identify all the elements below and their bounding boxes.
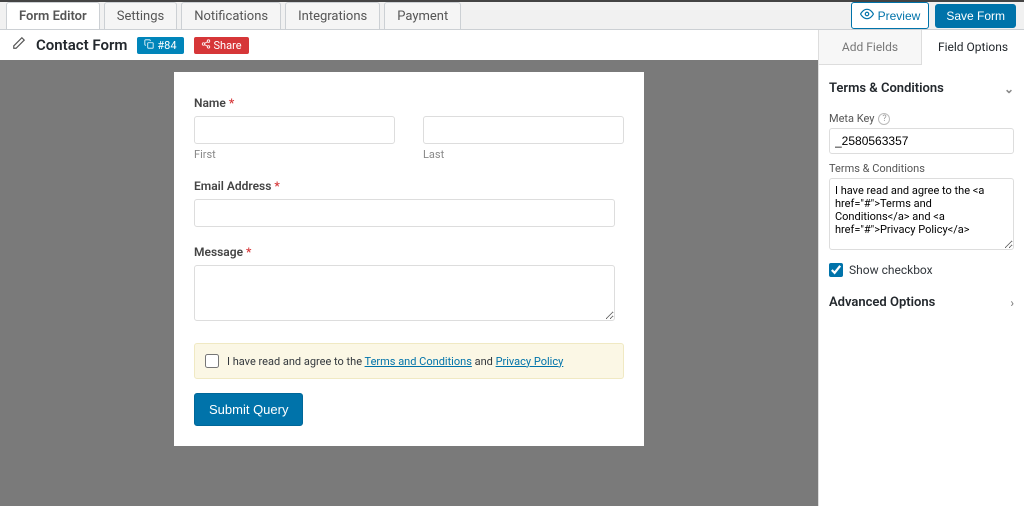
- preview-button[interactable]: Preview: [851, 2, 930, 29]
- tab-form-editor[interactable]: Form Editor: [6, 2, 100, 29]
- name-label: Name *: [194, 96, 624, 110]
- message-field[interactable]: Message *: [194, 245, 624, 325]
- share-badge-text: Share: [214, 39, 242, 52]
- advanced-options-section[interactable]: Advanced Options ›: [829, 287, 1014, 318]
- tab-integrations[interactable]: Integrations: [285, 2, 380, 29]
- save-button[interactable]: Save Form: [935, 4, 1016, 28]
- message-textarea[interactable]: [194, 265, 615, 321]
- canvas: Name * First Last Email Address *: [0, 60, 818, 506]
- show-checkbox-label: Show checkbox: [849, 263, 933, 277]
- tc-textarea[interactable]: I have read and agree to the <a href="#"…: [829, 178, 1014, 250]
- top-tabs: Form Editor Settings Notifications Integ…: [0, 2, 465, 29]
- tab-settings[interactable]: Settings: [104, 2, 177, 29]
- email-field[interactable]: Email Address *: [194, 179, 624, 227]
- advanced-section-title: Advanced Options: [829, 295, 935, 310]
- terms-section-title: Terms & Conditions: [829, 81, 944, 96]
- share-icon: [201, 39, 211, 52]
- tab-payment[interactable]: Payment: [384, 2, 461, 29]
- show-checkbox-toggle[interactable]: [829, 263, 843, 277]
- id-badge-text: #84: [157, 39, 176, 52]
- meta-key-label: Meta Key ?: [829, 112, 1014, 125]
- pencil-icon[interactable]: [12, 36, 26, 54]
- terms-conditions-section[interactable]: Terms & Conditions ⌄: [829, 73, 1014, 104]
- consent-text: I have read and agree to the Terms and C…: [227, 355, 563, 368]
- form-title[interactable]: Contact Form: [36, 36, 127, 54]
- id-badge[interactable]: #84: [137, 37, 183, 54]
- last-name-input[interactable]: [423, 116, 624, 144]
- email-label: Email Address *: [194, 179, 624, 193]
- terms-link[interactable]: Terms and Conditions: [365, 355, 472, 368]
- form-card: Name * First Last Email Address *: [174, 72, 644, 446]
- last-sublabel: Last: [423, 148, 624, 161]
- consent-field[interactable]: I have read and agree to the Terms and C…: [194, 343, 624, 379]
- submit-button[interactable]: Submit Query: [194, 393, 303, 426]
- consent-checkbox[interactable]: [205, 354, 219, 368]
- copy-icon: [144, 39, 154, 52]
- tc-textarea-label: Terms & Conditions: [829, 162, 1014, 175]
- preview-label: Preview: [878, 9, 921, 23]
- chevron-right-icon: ›: [1010, 296, 1014, 310]
- chevron-down-icon: ⌄: [1004, 82, 1014, 96]
- share-badge[interactable]: Share: [194, 37, 249, 54]
- help-icon[interactable]: ?: [878, 113, 890, 125]
- panel-tab-field-options[interactable]: Field Options: [922, 30, 1024, 65]
- panel-tab-add-fields[interactable]: Add Fields: [819, 30, 922, 65]
- meta-key-input[interactable]: [829, 128, 1014, 154]
- email-input[interactable]: [194, 199, 615, 227]
- first-name-input[interactable]: [194, 116, 395, 144]
- eye-icon: [860, 7, 874, 24]
- privacy-link[interactable]: Privacy Policy: [496, 355, 564, 368]
- message-label: Message *: [194, 245, 624, 259]
- tab-notifications[interactable]: Notifications: [181, 2, 281, 29]
- first-sublabel: First: [194, 148, 395, 161]
- name-field[interactable]: Name * First Last: [194, 96, 624, 161]
